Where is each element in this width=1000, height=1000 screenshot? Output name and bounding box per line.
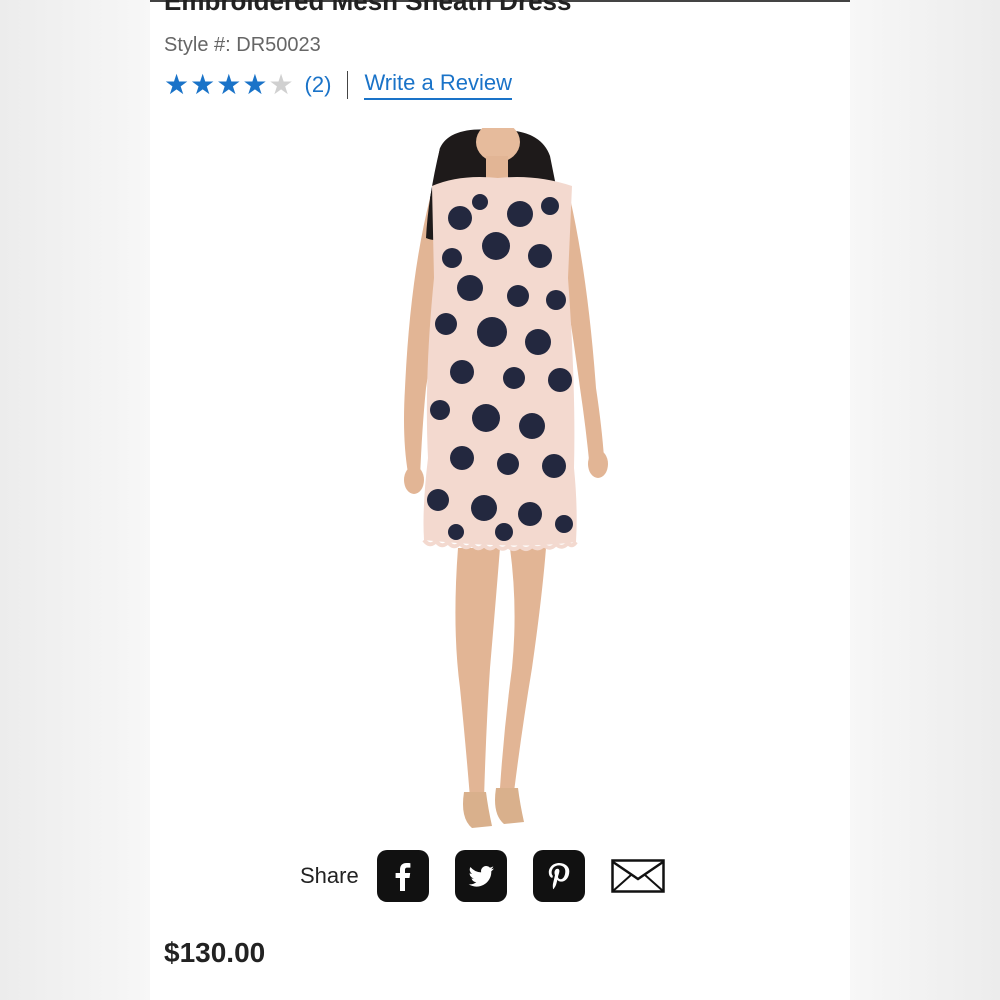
product-title: Embroidered Mesh Sheath Dress	[164, 0, 572, 16]
rating-separator	[347, 71, 349, 99]
star-empty-icon: ★	[268, 69, 294, 100]
review-count[interactable]: (2)	[305, 72, 332, 98]
product-price: $130.00	[164, 937, 266, 968]
right-background	[850, 0, 1000, 1000]
star-filled-icon: ★	[190, 69, 216, 100]
product-panel: Embroidered Mesh Sheath Dress Style #: D…	[150, 0, 850, 1000]
facebook-share-button[interactable]	[376, 850, 429, 902]
left-background	[0, 0, 150, 1000]
twitter-icon	[468, 866, 494, 887]
write-review-link[interactable]: Write a Review	[364, 70, 512, 100]
style-number: Style #: DR50023	[164, 34, 321, 56]
twitter-share-button[interactable]	[454, 850, 507, 902]
star-filled-icon: ★	[216, 69, 242, 100]
star-rating[interactable]: ★ ★ ★ ★ ★	[164, 71, 295, 99]
share-label: Share	[300, 863, 359, 888]
facebook-icon	[395, 863, 411, 891]
email-share-icon[interactable]	[610, 859, 665, 893]
star-filled-icon: ★	[242, 69, 268, 100]
rating-row: ★ ★ ★ ★ ★ (2) Write a Review	[164, 70, 512, 100]
share-row: Share	[300, 848, 665, 904]
pinterest-share-button[interactable]	[532, 850, 585, 902]
pinterest-icon	[548, 863, 570, 890]
product-image[interactable]	[400, 128, 630, 840]
star-filled-icon: ★	[164, 69, 190, 100]
